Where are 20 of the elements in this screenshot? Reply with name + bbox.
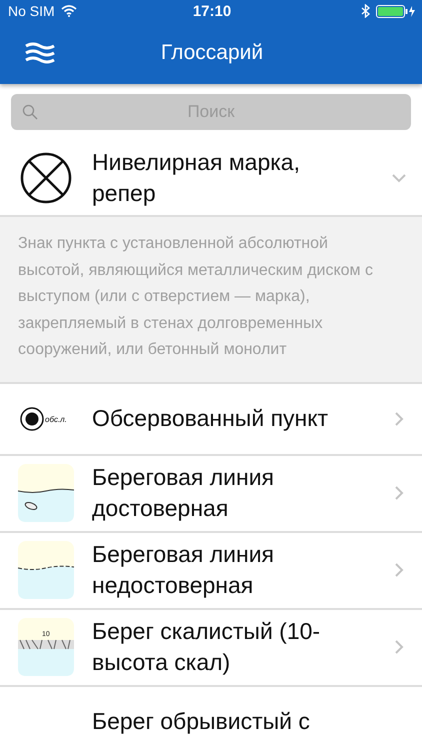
glossary-row[interactable]: обс.л. Обсервованный пункт xyxy=(0,384,422,456)
entry-title: Берег скалистый (10-высота скал) xyxy=(92,617,322,677)
shoreline-icon xyxy=(18,464,74,522)
entry-description: Знак пункта с установленной абсолютной высотой, являющийся металлическим диском с выступом (или с отверстием — марка), закрепляемый в стенах долговременных сооружений, или бетонный монолит xyxy=(0,217,422,384)
glossary-row[interactable]: Береговая линия недостоверная xyxy=(0,532,422,610)
waves-icon[interactable] xyxy=(24,41,56,65)
battery-icon xyxy=(376,4,416,18)
wifi-icon xyxy=(60,5,77,17)
entry-title: Нивелирная марка, репер xyxy=(92,148,301,208)
glossary-row[interactable]: Береговая линия достоверная xyxy=(0,456,422,532)
entry-title: Береговая линия недостоверная xyxy=(92,540,276,600)
screen-title: Глоссарий xyxy=(160,41,264,65)
entry-title: Береговая линия достоверная xyxy=(92,463,276,523)
clock-label: 17:10 xyxy=(192,2,232,20)
entry-title: Берег обрывистый с xyxy=(92,707,311,736)
search-icon xyxy=(22,104,38,120)
carrier-label: No SIM xyxy=(8,3,55,19)
shoreline-icon xyxy=(18,541,74,599)
entry-title: Обсервованный пункт xyxy=(92,404,330,433)
bluetooth-icon xyxy=(361,4,370,18)
